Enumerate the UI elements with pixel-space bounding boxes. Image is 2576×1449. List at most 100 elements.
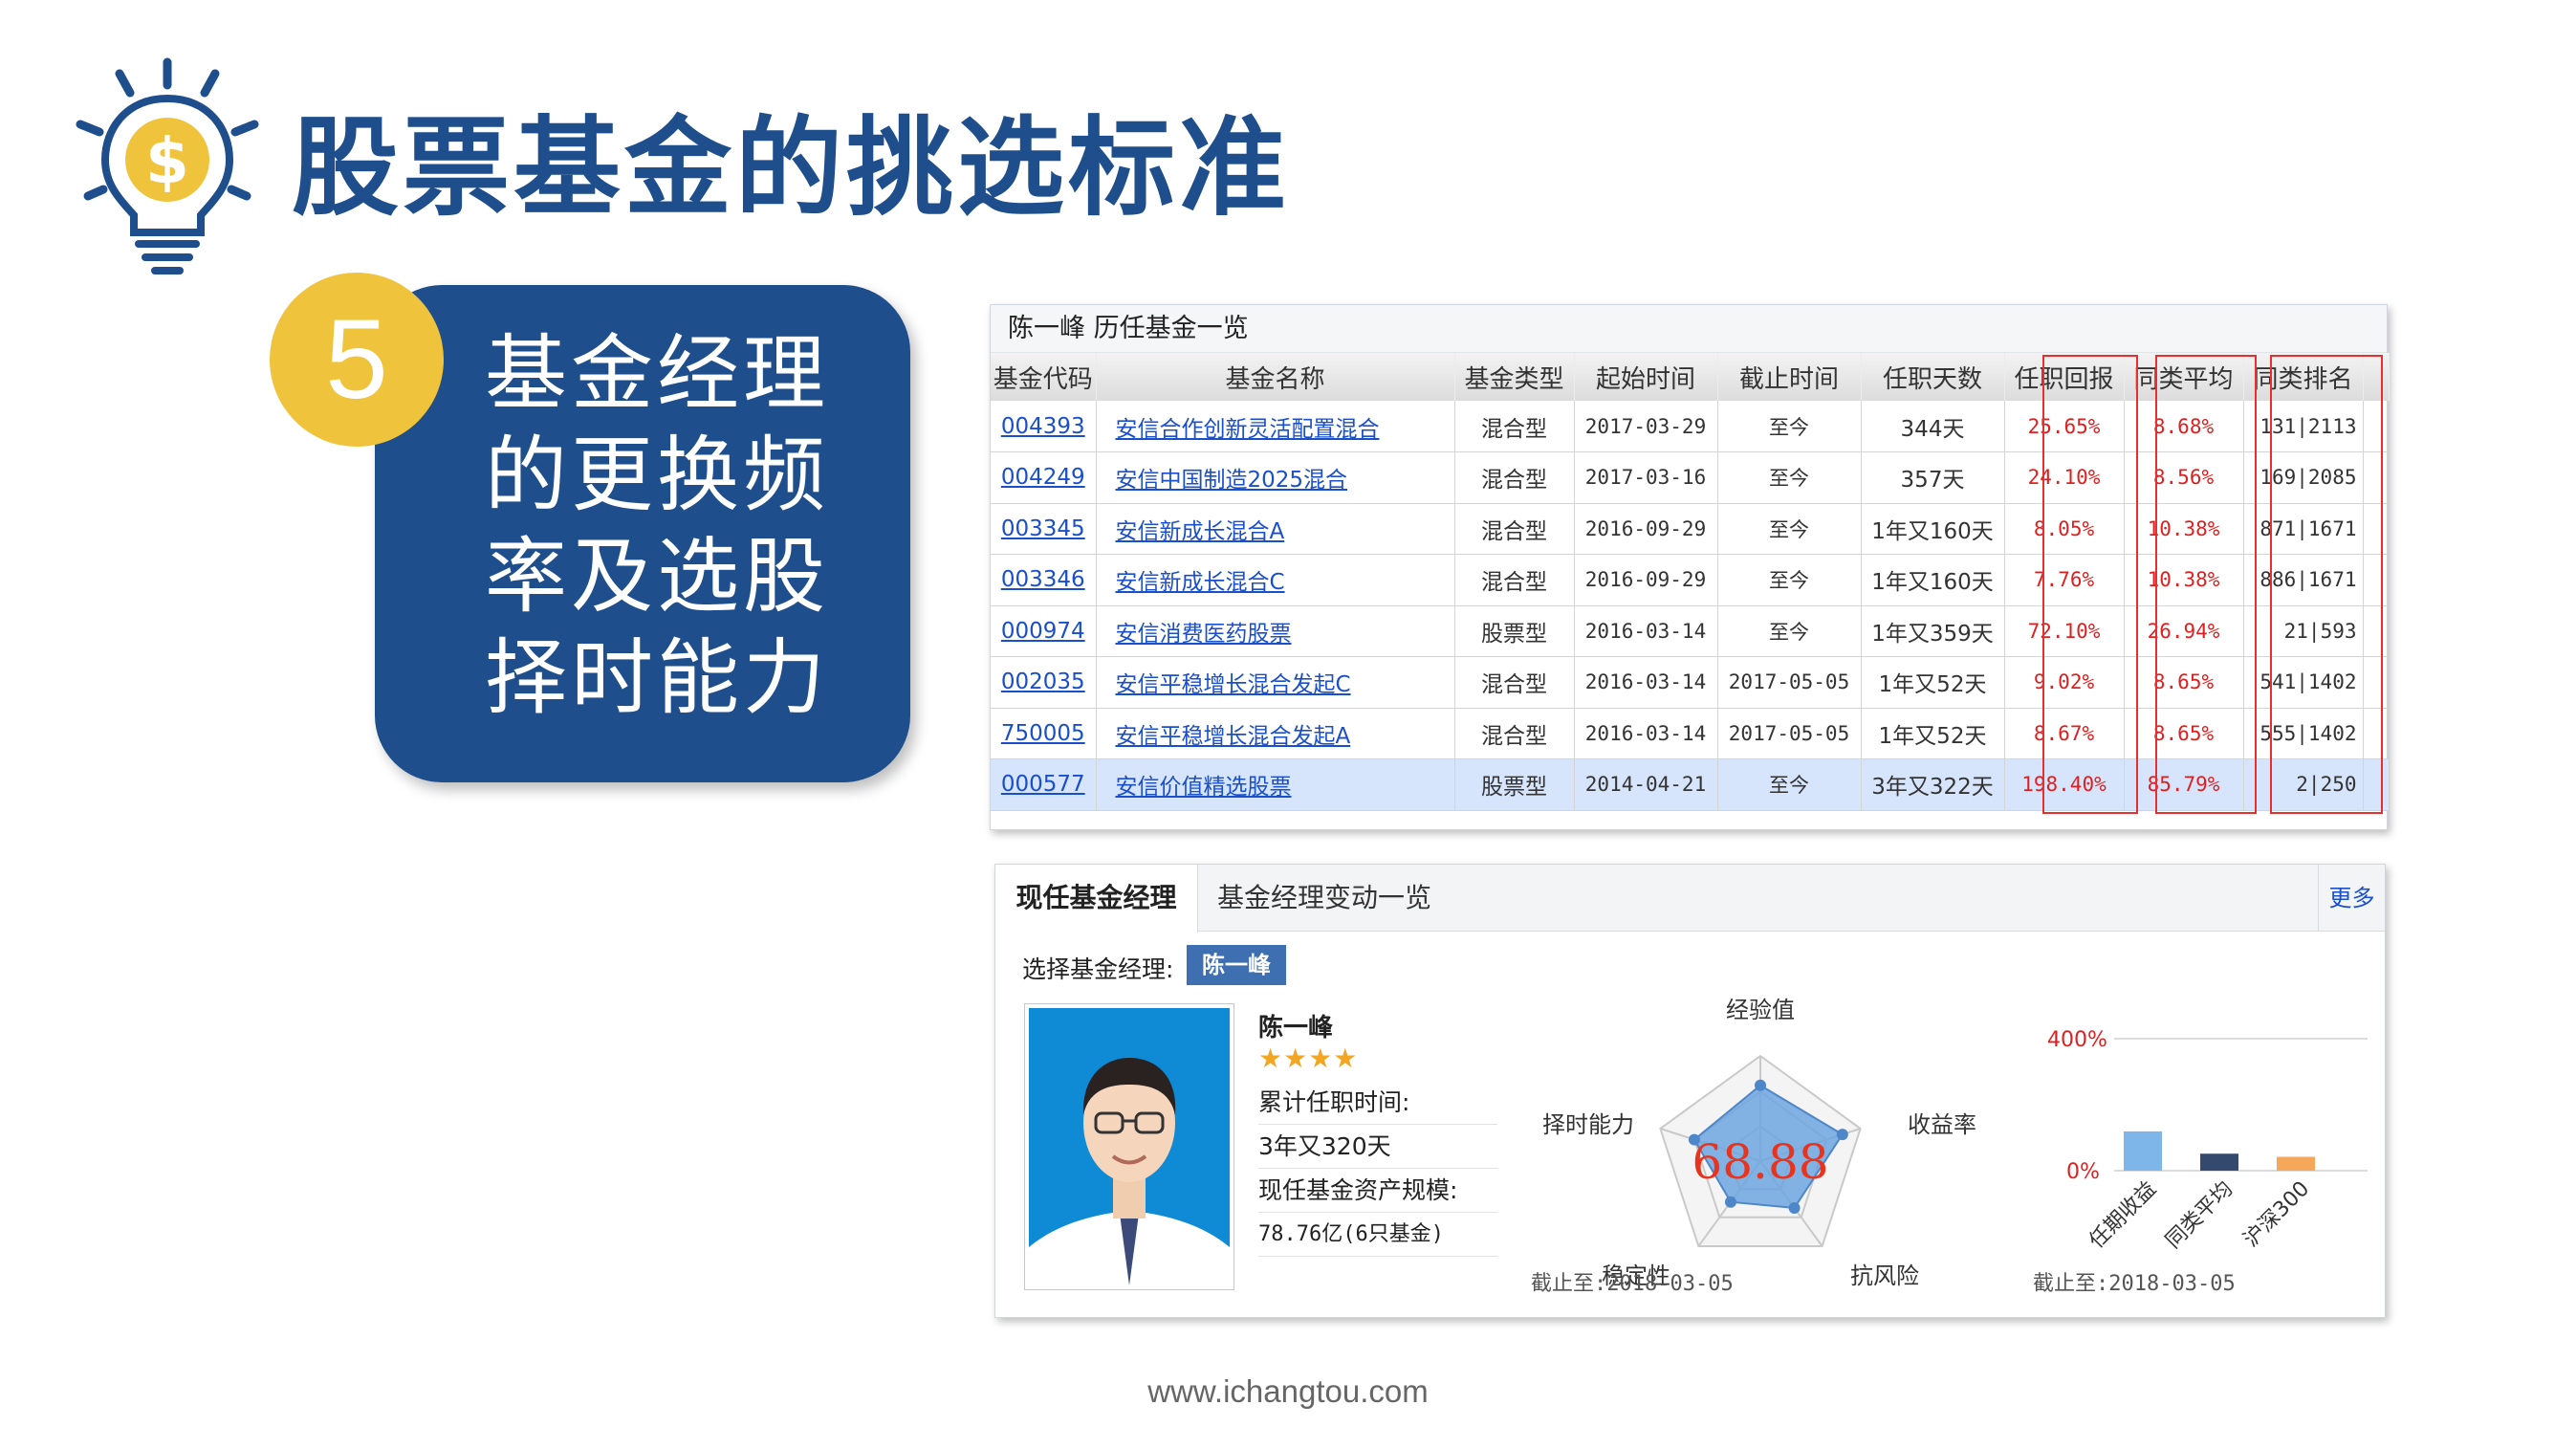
table-row[interactable]: 004393 安信合作创新灵活配置混合 混合型 2017-03-29 至今 344天 25.… (991, 401, 2390, 452)
column-header[interactable]: 任职天数 (1861, 353, 2005, 401)
column-header[interactable]: 基金类型 (1454, 353, 1575, 401)
ability-radar-chart: 经验值收益率抗风险稳定性择时能力68.88 (1542, 997, 1976, 1289)
peer-average-cell: 10.38% (2124, 503, 2244, 555)
criterion-text: 基金经理 的更换频 率及选股 择时能力 (485, 323, 886, 729)
tenure-days-cell: 344天 (1861, 401, 2005, 452)
fund-name-link[interactable]: 安信平稳增长混合发起C (1096, 656, 1455, 709)
fund-code-link[interactable]: 000577 (991, 758, 1097, 811)
table-row[interactable]: 004249 安信中国制造2025混合 混合型 2017-03-16 至今 357天 24.… (991, 451, 2390, 504)
start-date-cell: 2017-03-16 (1574, 451, 1718, 504)
end-date-cell: 至今 (1717, 503, 1862, 555)
table-header-row: 基金代码 基金名称 基金类型 起始时间 截止时间 任职天数 任职回报 同类平均 … (991, 353, 2390, 401)
row-spacer (2363, 758, 2390, 811)
peer-rank-cell: 169|2085 (2243, 451, 2364, 504)
row-spacer (2363, 451, 2390, 504)
fund-name-link[interactable]: 安信中国制造2025混合 (1096, 451, 1455, 504)
peer-average-cell: 8.56% (2124, 451, 2244, 504)
table-row[interactable]: 000577 安信价值精选股票 股票型 2014-04-21 至今 3年又322天 198.… (991, 758, 2390, 811)
column-header[interactable]: 基金名称 (1096, 353, 1455, 401)
radar-axis-label: 抗风险 (1850, 1262, 1919, 1289)
fund-type-cell: 混合型 (1454, 401, 1575, 452)
fund-code-link[interactable]: 003346 (991, 554, 1097, 606)
column-header[interactable]: 起始时间 (1574, 353, 1718, 401)
fund-code-link[interactable]: 750005 (991, 708, 1097, 759)
end-date-cell: 至今 (1717, 758, 1862, 811)
fund-name-link[interactable]: 安信新成长混合A (1096, 503, 1455, 555)
peer-rank-cell: 21|593 (2243, 605, 2364, 657)
fund-history-table: 基金代码 基金名称 基金类型 起始时间 截止时间 任职天数 任职回报 同类平均 … (991, 353, 2390, 811)
tenure-return-cell: 8.67% (2004, 708, 2125, 759)
column-header[interactable]: 同类平均 (2124, 353, 2244, 401)
tenure-days-cell: 1年又160天 (1861, 503, 2005, 555)
fund-code-link[interactable]: 003345 (991, 503, 1097, 555)
start-date-cell: 2017-03-29 (1574, 401, 1718, 452)
peer-average-cell: 85.79% (2124, 758, 2244, 811)
peer-average-cell: 8.65% (2124, 656, 2244, 709)
peer-rank-cell: 886|1671 (2243, 554, 2364, 606)
radar-score: 68.88 (1692, 1134, 1828, 1190)
tenure-label: 累计任职时间: (1258, 1081, 1497, 1125)
assets-label: 现任基金资产规模: (1258, 1169, 1497, 1213)
peer-rank-cell: 541|1402 (2243, 656, 2364, 709)
fund-code-link[interactable]: 000974 (991, 605, 1097, 657)
fund-history-title: 陈一峰 历任基金一览 (991, 305, 2387, 353)
column-header[interactable]: 基金代码 (991, 353, 1097, 401)
criterion-line: 择时能力 (485, 630, 829, 726)
radar-axis-label: 择时能力 (1542, 1111, 1634, 1138)
y-tick-label: 0% (2066, 1160, 2100, 1184)
row-spacer (2363, 656, 2390, 709)
fund-type-cell: 股票型 (1454, 605, 1575, 657)
manager-select-button[interactable]: 陈一峰 (1187, 945, 1286, 985)
fund-name-link[interactable]: 安信新成长混合C (1096, 554, 1455, 606)
start-date-cell: 2016-03-14 (1574, 708, 1718, 759)
bar-1 (2200, 1153, 2238, 1171)
fund-code-link[interactable]: 004393 (991, 401, 1097, 452)
tenure-return-cell: 72.10% (2004, 605, 2125, 657)
row-spacer (2363, 605, 2390, 657)
fund-name-link[interactable]: 安信合作创新灵活配置混合 (1096, 401, 1455, 452)
end-date-cell: 至今 (1717, 451, 1862, 504)
end-date-cell: 至今 (1717, 554, 1862, 606)
column-header-spacer (2363, 353, 2390, 401)
peer-average-cell: 8.65% (2124, 708, 2244, 759)
fund-type-cell: 混合型 (1454, 451, 1575, 504)
manager-name: 陈一峰 (1258, 1014, 1334, 1043)
column-header[interactable]: 任职回报 (2004, 353, 2125, 401)
bars-as-of-date: 截止至:2018-03-05 (2033, 1272, 2236, 1296)
more-link[interactable]: 更多 (2318, 865, 2385, 932)
tenure-return-cell: 24.10% (2004, 451, 2125, 504)
fund-code-link[interactable]: 004249 (991, 451, 1097, 504)
radar-point (1788, 1201, 1801, 1214)
table-row[interactable]: 003346 安信新成长混合C 混合型 2016-09-29 至今 1年又160天 7.76… (991, 554, 2390, 606)
tab-manager-changes[interactable]: 基金经理变动一览 (1217, 865, 1431, 932)
tenure-days-cell: 1年又52天 (1861, 708, 2005, 759)
assets-value: 78.76亿(6只基金) (1258, 1213, 1497, 1257)
fund-type-cell: 混合型 (1454, 708, 1575, 759)
column-header[interactable]: 同类排名 (2243, 353, 2364, 401)
fund-name-link[interactable]: 安信消费医药股票 (1096, 605, 1455, 657)
tenure-return-cell: 198.40% (2004, 758, 2125, 811)
footer-url: www.ichangtou.com (1147, 1373, 1429, 1409)
fund-name-link[interactable]: 安信价值精选股票 (1096, 758, 1455, 811)
table-row[interactable]: 002035 安信平稳增长混合发起C 混合型 2016-03-14 2017-05-05… (991, 656, 2390, 709)
table-row[interactable]: 000974 安信消费医药股票 股票型 2016-03-14 至今 1年又359天 72.1… (991, 605, 2390, 657)
fund-name-link[interactable]: 安信平稳增长混合发起A (1096, 708, 1455, 759)
manager-photo (1024, 1003, 1234, 1290)
peer-rank-cell: 871|1671 (2243, 503, 2364, 555)
table-row[interactable]: 003345 安信新成长混合A 混合型 2016-09-29 至今 1年又160天 8.05… (991, 503, 2390, 555)
select-manager-label: 选择基金经理: (1022, 955, 1174, 983)
tenure-return-cell: 25.65% (2004, 401, 2125, 452)
tenure-days-cell: 1年又160天 (1861, 554, 2005, 606)
tab-current-manager[interactable]: 现任基金经理 (995, 865, 1198, 933)
fund-history-panel: 陈一峰 历任基金一览 基金代码 基金名称 基金类型 起始时间 截止时间 任职天数… (990, 304, 2390, 830)
tenure-days-cell: 3年又322天 (1861, 758, 2005, 811)
y-tick-label: 400% (2047, 1028, 2107, 1052)
lightbulb-dollar-icon: $ (76, 57, 259, 274)
radar-point (1724, 1196, 1736, 1208)
fund-code-link[interactable]: 002035 (991, 656, 1097, 709)
fund-type-cell: 混合型 (1454, 656, 1575, 709)
table-row[interactable]: 750005 安信平稳增长混合发起A 混合型 2016-03-14 2017-05-05… (991, 708, 2390, 759)
page-title: 股票基金的挑选标准 (292, 106, 1290, 231)
column-header[interactable]: 截止时间 (1717, 353, 1862, 401)
radar-point (1755, 1079, 1766, 1091)
